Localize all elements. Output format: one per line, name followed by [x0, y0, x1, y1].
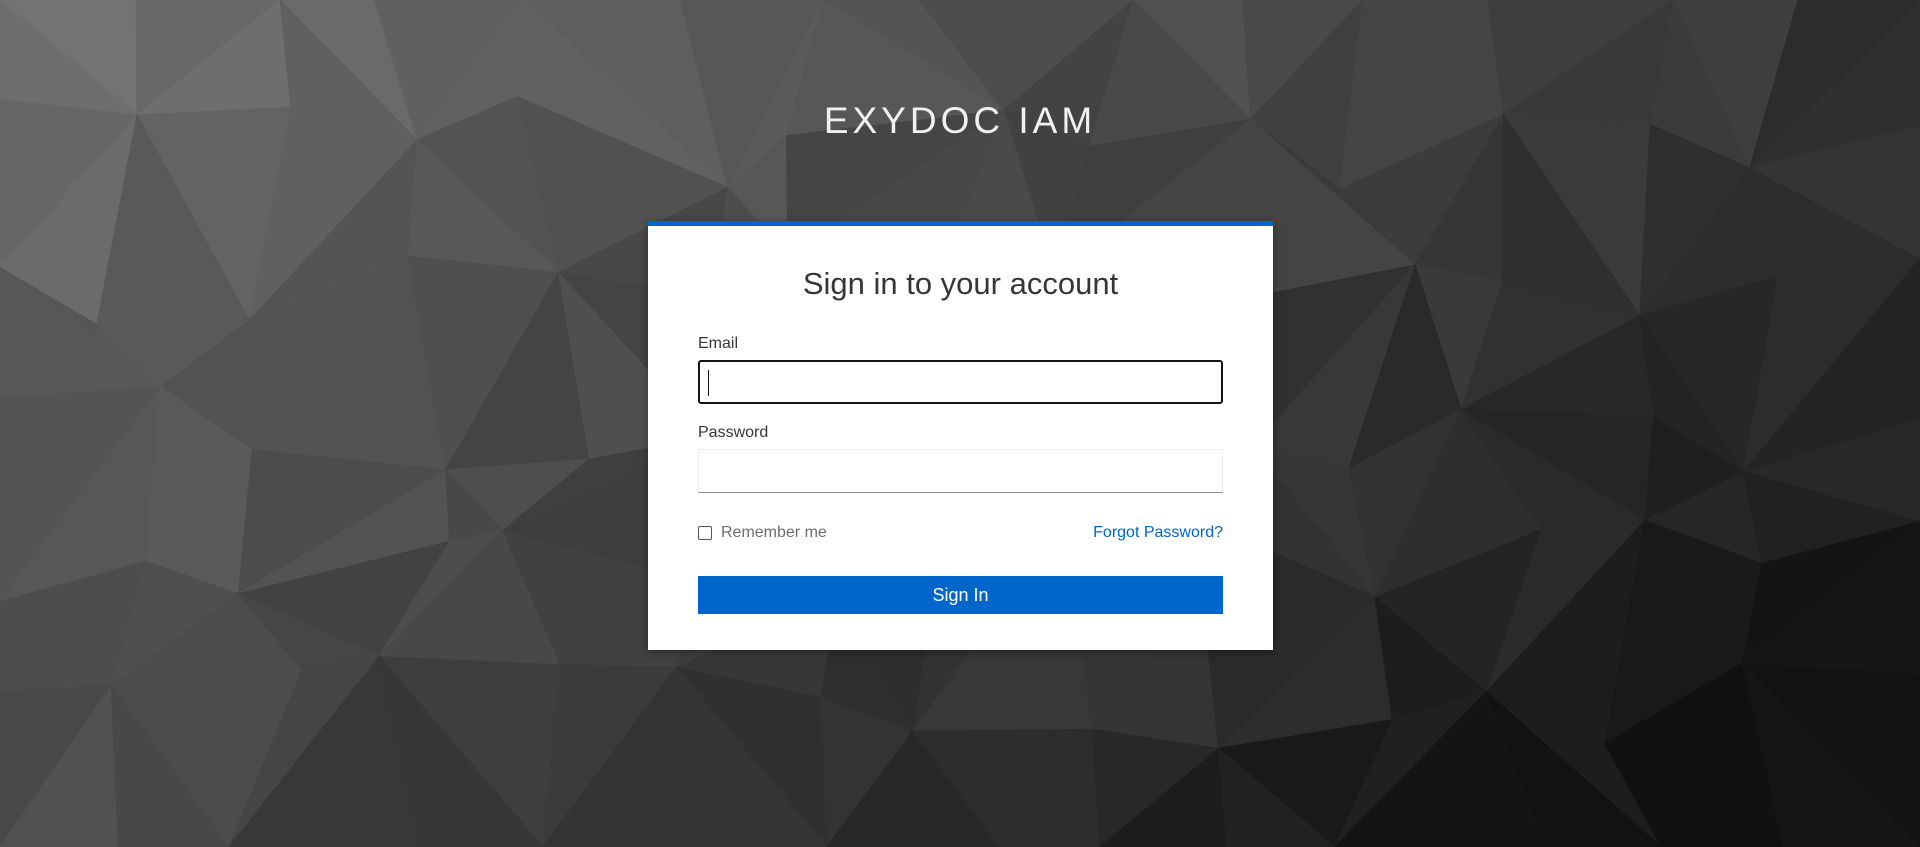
- forgot-password-link[interactable]: Forgot Password?: [1093, 523, 1223, 543]
- text-caret: [708, 370, 709, 396]
- password-field[interactable]: [698, 449, 1223, 493]
- remember-me-label[interactable]: Remember me: [721, 524, 827, 542]
- login-heading: Sign in to your account: [802, 266, 1119, 301]
- email-field[interactable]: [698, 360, 1223, 404]
- email-label: Email: [698, 335, 739, 352]
- realm-title: EXYDOC IAM: [823, 100, 1097, 141]
- password-label: Password: [698, 424, 769, 441]
- remember-me-row: Remember me: [698, 523, 827, 543]
- login-card: Sign in to your account Email Password R…: [648, 221, 1273, 650]
- remember-me-checkbox[interactable]: [698, 526, 712, 540]
- sign-in-button[interactable]: Sign In: [698, 576, 1223, 614]
